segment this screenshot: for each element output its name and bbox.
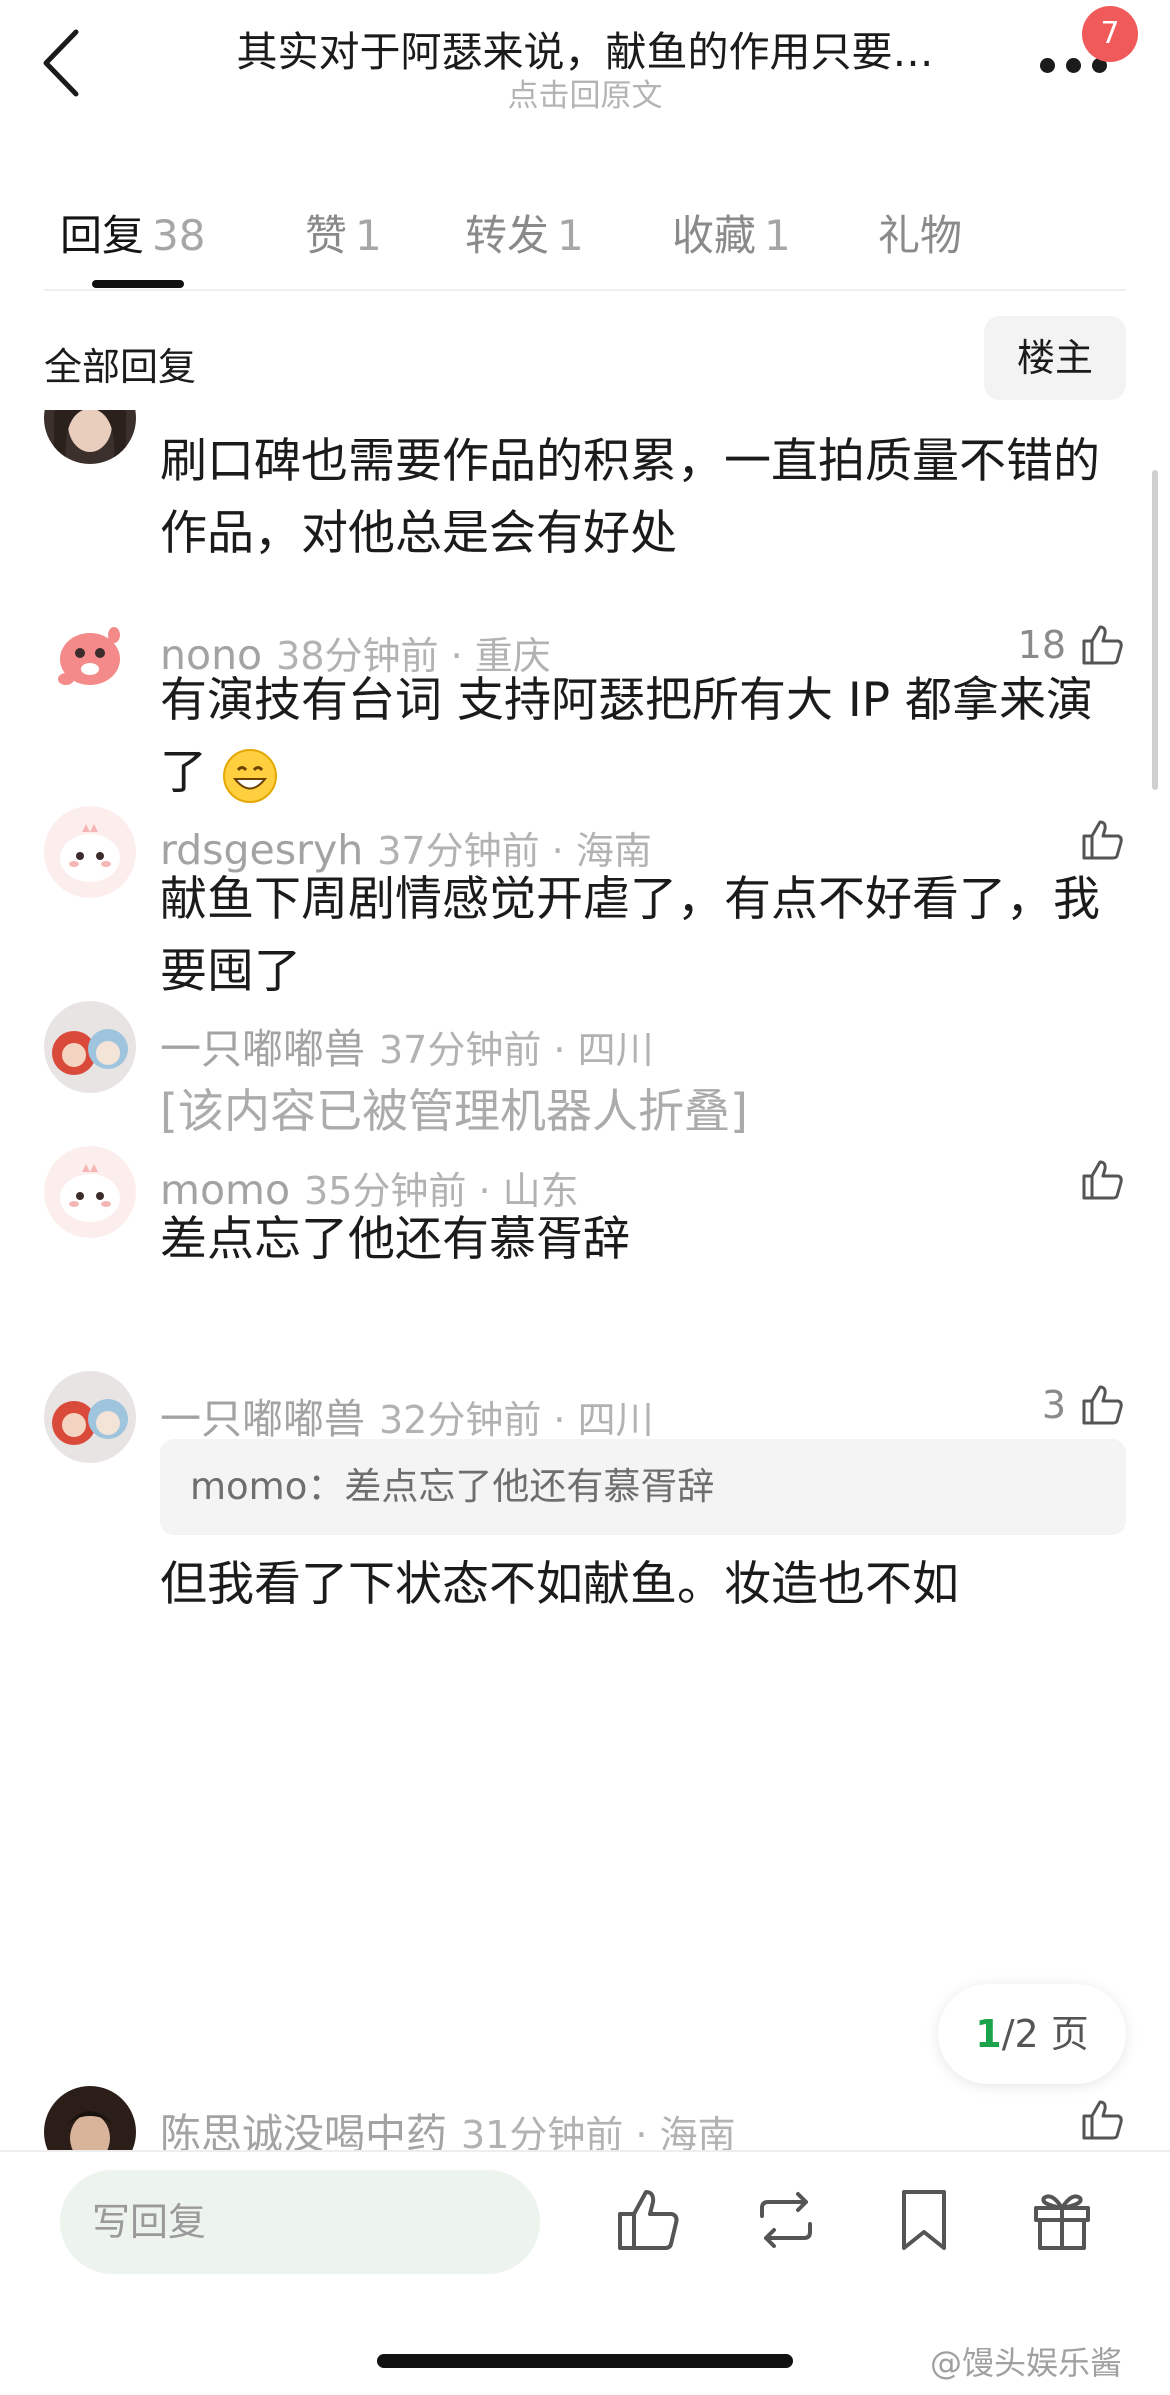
user-avatar[interactable] (44, 1146, 136, 1238)
tab-count: 38 (152, 211, 206, 260)
user-avatar[interactable] (44, 1371, 136, 1463)
active-tab-indicator (92, 280, 184, 288)
comment-list[interactable]: 刷口碑也需要作品的积累，一直拍质量不错的作品，对他总是会有好处 nono 38分钟… (0, 410, 1170, 2150)
reply-input[interactable]: 写回复 (60, 2170, 540, 2274)
like-button[interactable]: 18 (1018, 621, 1126, 669)
tab-count: 1 (557, 211, 584, 260)
quoted-reply[interactable]: momo：差点忘了他还有慕胥辞 (160, 1439, 1126, 1535)
tab-replies[interactable]: 回复 38 (60, 202, 205, 263)
dot (1040, 58, 1055, 73)
tab-bar: 回复 38 赞1 转发 1 收藏 1 礼物 (0, 180, 1170, 290)
comment-meta: 一只嘟嘟兽 37分钟前 · 四川 (160, 1015, 654, 1075)
user-avatar[interactable] (44, 1001, 136, 1093)
tab-gifts[interactable]: 礼物 (878, 202, 962, 263)
notification-badge: 7 (1082, 6, 1138, 62)
grinning-face-icon (222, 748, 277, 803)
op-only-button[interactable]: 楼主 (984, 316, 1126, 400)
user-avatar[interactable] (44, 410, 136, 464)
filter-row: 全部回复 楼主 (0, 300, 1170, 410)
thumbs-up-icon (1082, 625, 1123, 665)
current-page: 1 (975, 2012, 1002, 2056)
like-action-icon[interactable] (614, 2186, 682, 2254)
folded-content-notice[interactable]: [该内容已被管理机器人折叠] (160, 1075, 748, 1141)
dot (1066, 58, 1081, 73)
bookmark-icon[interactable] (890, 2186, 958, 2254)
thumbs-up-icon (1082, 820, 1123, 860)
comment-text: 刷口碑也需要作品的积累，一直拍质量不错的作品，对他总是会有好处 (160, 434, 1100, 561)
user-avatar[interactable] (44, 806, 136, 898)
like-button[interactable] (1078, 2096, 1126, 2144)
like-count: 18 (1017, 623, 1066, 667)
tab-label: 礼物 (878, 211, 963, 260)
tab-count: 1 (764, 211, 791, 260)
back-to-original-link[interactable]: 点击回原文 (160, 70, 1010, 115)
username[interactable]: 一只嘟嘟兽 (160, 1395, 365, 1443)
tab-count: 1 (355, 211, 382, 260)
page-indicator[interactable]: 1/2 页 (938, 1984, 1126, 2084)
tab-label: 回复 (60, 211, 145, 260)
comment-meta: 一只嘟嘟兽 32分钟前 · 四川 (160, 1385, 654, 1445)
tab-reposts[interactable]: 转发 1 (465, 202, 584, 263)
username[interactable]: 陈思诚没喝中药 (160, 2110, 447, 2150)
tab-label: 收藏 (672, 211, 757, 260)
thumbs-up-icon (1082, 1160, 1123, 1200)
like-button[interactable] (1078, 816, 1126, 864)
tab-likes[interactable]: 赞1 (305, 202, 382, 263)
comment-text: 献鱼下周剧情感觉开虐了，有点不好看了，我要囤了 (160, 872, 1100, 999)
repost-icon[interactable] (752, 2186, 820, 2254)
gift-icon[interactable] (1028, 2186, 1096, 2254)
tab-label: 转发 (465, 211, 550, 260)
back-arrow-icon[interactable] (38, 26, 88, 100)
user-avatar[interactable] (44, 2086, 136, 2150)
thumbs-up-icon (1082, 2100, 1123, 2140)
time-location: 31分钟前 · 海南 (461, 2113, 736, 2150)
page-total: /2 页 (1001, 2012, 1089, 2056)
scrollbar[interactable] (1152, 470, 1158, 790)
like-button[interactable]: 3 (1042, 1381, 1126, 1429)
user-avatar[interactable] (44, 611, 136, 703)
comment-text: 有演技有台词 支持阿瑟把所有大 IP 都拿来演了 (160, 665, 1120, 809)
home-indicator (377, 2354, 793, 2368)
watermark: @馒头娱乐酱 (930, 2344, 1123, 2382)
comment-meta: 陈思诚没喝中药 31分钟前 · 海南 (160, 2100, 736, 2150)
tab-favorites[interactable]: 收藏 1 (672, 202, 791, 263)
username[interactable]: 一只嘟嘟兽 (160, 1025, 365, 1073)
tab-label: 赞 (305, 211, 348, 260)
thumbs-up-icon (1082, 1385, 1123, 1425)
comment-text-content: 有演技有台词 支持阿瑟把所有大 IP 都拿来演了 (160, 673, 1094, 800)
comment-text: 差点忘了他还有慕胥辞 (160, 1212, 630, 1267)
divider (44, 289, 1126, 291)
like-button[interactable] (1078, 1156, 1126, 1204)
all-replies-label: 全部回复 (44, 345, 197, 389)
time-location: 37分钟前 · 四川 (379, 1028, 654, 1072)
comment-text: 但我看了下状态不如献鱼。妆造也不如 (160, 1557, 959, 1612)
post-title[interactable]: 其实对于阿瑟来说，献鱼的作用只要… (160, 18, 1010, 78)
like-count: 3 (1041, 1383, 1066, 1427)
time-location: 32分钟前 · 四川 (379, 1398, 654, 1442)
top-nav-bar: 其实对于阿瑟来说，献鱼的作用只要… 点击回原文 7 (0, 0, 1170, 130)
